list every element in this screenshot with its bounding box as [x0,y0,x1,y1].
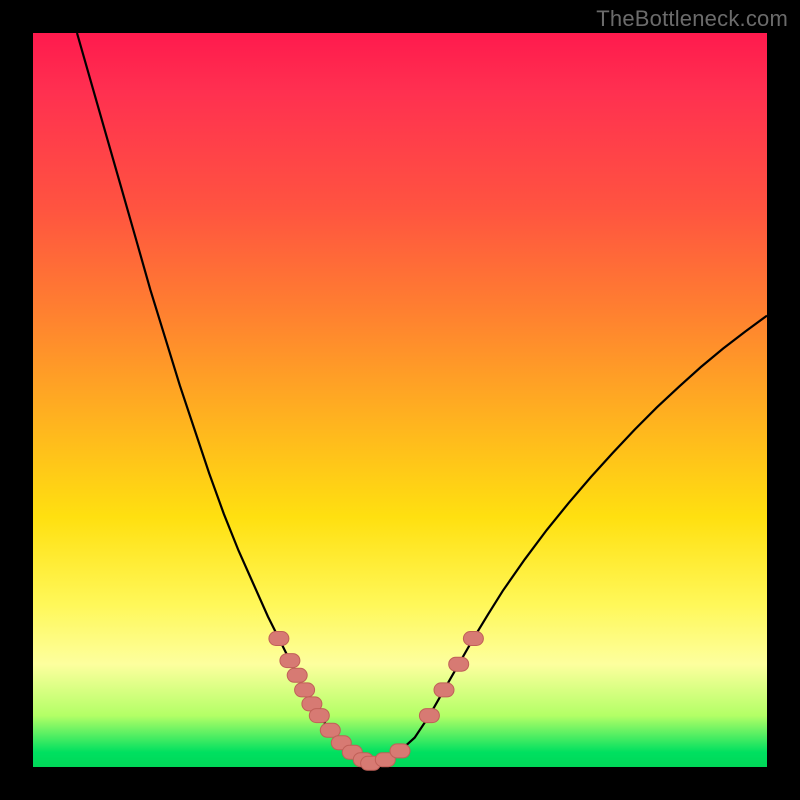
chart-stage: TheBottleneck.com [0,0,800,800]
chart-plot-area [33,33,767,767]
watermark-text: TheBottleneck.com [596,6,788,32]
